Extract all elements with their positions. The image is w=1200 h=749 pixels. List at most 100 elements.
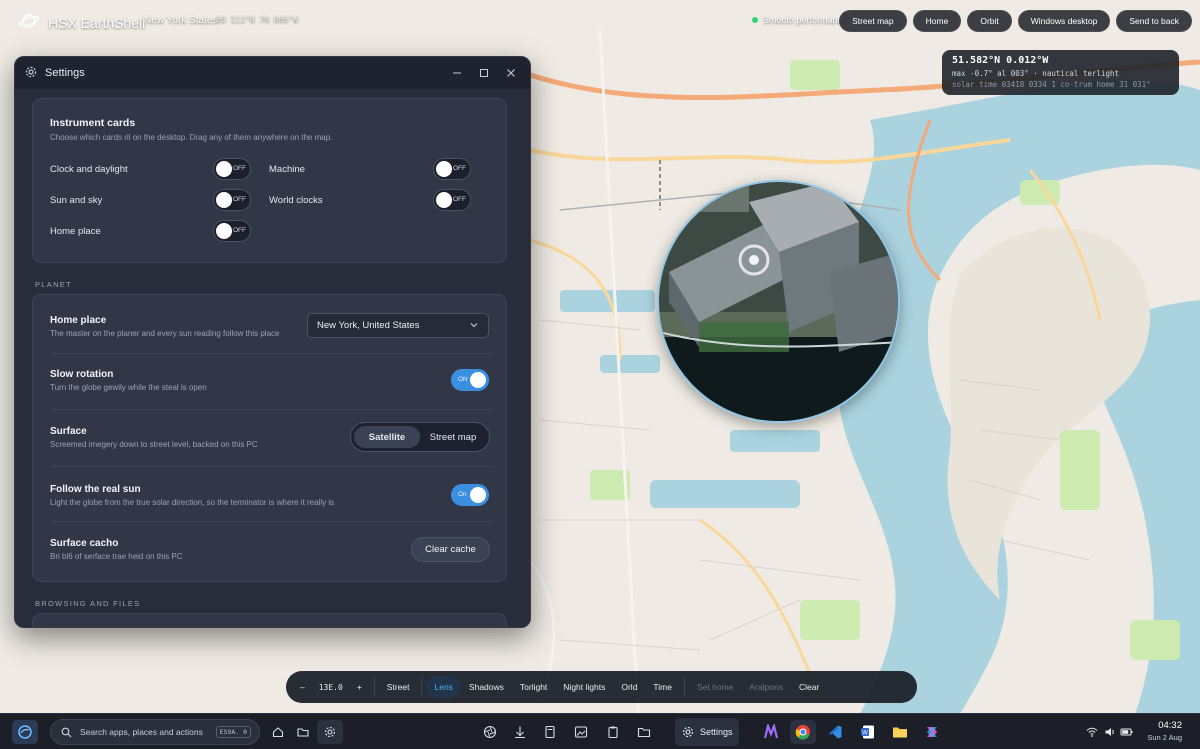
toggle-knob: [216, 161, 232, 177]
home-icon: [272, 727, 284, 738]
follow-sun-title: Follow the real sun: [50, 484, 141, 495]
toggle-knob: [216, 223, 232, 239]
vscode-icon: [829, 725, 842, 739]
app-purple-taskbar-button[interactable]: [758, 720, 784, 744]
planet-section: Home place The master on the planer and …: [32, 294, 507, 582]
gear-icon: [25, 66, 37, 81]
chrome-icon: [795, 725, 810, 740]
folder-icon: [637, 727, 651, 738]
sun-sky-toggle[interactable]: OFF: [213, 189, 251, 211]
toggle-state: ON: [458, 376, 468, 383]
surface-street-map-option[interactable]: Street map: [420, 426, 486, 448]
maximize-button[interactable]: [470, 60, 497, 86]
app-brand: HSX EarthShell: [18, 10, 145, 35]
slow-rotation-row: Slow rotation Turn the globe gewily whil…: [50, 369, 492, 392]
chrome-taskbar-button[interactable]: [790, 720, 816, 744]
divider: [50, 521, 492, 522]
coordinate-solar: solar time 03418 0334 1 co-trum home 31 …: [952, 80, 1151, 89]
clock-time: 04:32: [1158, 720, 1182, 731]
explorer-taskbar-button[interactable]: [887, 720, 913, 744]
planet-icon: [18, 10, 40, 35]
files-taskbar-button[interactable]: [631, 720, 657, 744]
performance-label: Smooth performance: [763, 15, 848, 25]
lens-tool[interactable]: Lens: [426, 676, 461, 698]
planet-section-label: PLANET: [35, 280, 72, 289]
performance-status: Smooth performance: [752, 15, 847, 25]
home-taskbar-button[interactable]: [265, 720, 291, 744]
current-coords: 00 111°N 7N 066°W: [216, 15, 298, 24]
clock-daylight-toggle[interactable]: OFF: [213, 158, 251, 180]
torlight-tool[interactable]: Torlight: [512, 676, 555, 698]
folder-taskbar-button[interactable]: [290, 720, 316, 744]
image-taskbar-button[interactable]: [568, 720, 594, 744]
zoom-in-button[interactable]: +: [349, 676, 370, 698]
calculator-taskbar-button[interactable]: [537, 720, 563, 744]
settings-titlebar[interactable]: Settings: [15, 57, 530, 89]
search-icon: [61, 727, 72, 737]
home-place-card-label: Home place: [50, 226, 101, 237]
minimize-button[interactable]: [443, 60, 470, 86]
aralpons-tool[interactable]: Aralpons: [741, 676, 791, 698]
slow-rotation-subtitle: Turn the globe gewily while the steal is…: [50, 383, 207, 392]
street-map-button[interactable]: Street map: [839, 10, 907, 32]
settings-scrollbar[interactable]: [530, 247, 531, 459]
battery-icon: [1120, 728, 1133, 736]
instrument-cards-subtitle: Choose which cards ril on the desktop. D…: [50, 133, 333, 142]
send-to-back-button[interactable]: Send to back: [1116, 10, 1192, 32]
settings-window[interactable]: Settings Instrument cards Choose which c…: [14, 56, 531, 628]
home-place-value: New York, United States: [317, 320, 420, 331]
search-placeholder: Search apps, places and actions: [80, 727, 203, 737]
download-taskbar-button[interactable]: [507, 720, 533, 744]
vscode-taskbar-button[interactable]: [822, 720, 848, 744]
machine-toggle[interactable]: OFF: [433, 158, 471, 180]
download-icon: [515, 726, 525, 739]
clear-tool[interactable]: Clear: [791, 676, 827, 698]
orld-tool[interactable]: Orld: [613, 676, 645, 698]
street-tool[interactable]: Street: [379, 676, 418, 698]
taskbar-search[interactable]: Search apps, places and actions ES9A. 0: [50, 719, 260, 745]
battery-tray-icon-button[interactable]: [1114, 720, 1140, 744]
close-button[interactable]: [498, 60, 525, 86]
toggle-state: OFF: [233, 196, 246, 203]
purple-app-icon: [763, 724, 779, 739]
coordinate-position: 51.582°N 0.012°W: [952, 55, 1049, 66]
zoom-out-button[interactable]: –: [292, 676, 313, 698]
orbit-button[interactable]: Orbit: [967, 10, 1012, 32]
settings-taskbar-button[interactable]: [317, 720, 343, 744]
satellite-imagery: [659, 182, 898, 421]
instrument-cards-title: Instrument cards: [50, 117, 136, 129]
zoom-level: 13E.0: [318, 682, 343, 692]
copilot-taskbar-button[interactable]: [919, 720, 945, 744]
shadows-tool[interactable]: Shadows: [461, 676, 512, 698]
word-icon: W: [861, 725, 874, 739]
settings-app-button[interactable]: Settings: [675, 718, 739, 746]
start-button[interactable]: [12, 720, 38, 744]
surface-satellite-option[interactable]: Satellite: [354, 426, 420, 448]
aperture-taskbar-button[interactable]: [477, 720, 503, 744]
follow-sun-toggle[interactable]: On: [451, 484, 489, 506]
aperture-icon: [483, 725, 497, 739]
clipboard-taskbar-button[interactable]: [600, 720, 626, 744]
home-place-select[interactable]: New York, United States: [307, 313, 489, 338]
home-place-card-toggle[interactable]: OFF: [213, 220, 251, 242]
taskbar-clock[interactable]: 04:32 Sun 2 Aug: [1147, 720, 1182, 742]
word-taskbar-button[interactable]: W: [855, 720, 881, 744]
time-tool[interactable]: Time: [645, 676, 680, 698]
home-button[interactable]: Home: [912, 10, 962, 32]
toolbar-divider: [421, 678, 423, 696]
satellite-lens[interactable]: [657, 180, 900, 423]
toggle-knob: [436, 161, 452, 177]
coordinate-card[interactable]: 51.582°N 0.012°W max -0.7° al 003° · nau…: [942, 50, 1179, 95]
instrument-cards-section: Instrument cards Choose which cards ril …: [32, 98, 507, 263]
world-clocks-toggle[interactable]: OFF: [433, 189, 471, 211]
night-lights-tool[interactable]: Night lights: [555, 676, 613, 698]
image-icon: [574, 726, 588, 738]
clear-cache-button[interactable]: Clear cache: [411, 537, 490, 562]
maximize-icon: [479, 69, 488, 77]
set-home-tool[interactable]: Set home: [689, 676, 741, 698]
settings-body[interactable]: Instrument cards Choose which cards ril …: [15, 89, 531, 627]
slow-rotation-toggle[interactable]: ON: [451, 369, 489, 391]
gear-icon: [682, 726, 694, 738]
earth-logo-icon: [18, 725, 32, 739]
windows-desktop-button[interactable]: Windows desktop: [1017, 10, 1111, 32]
